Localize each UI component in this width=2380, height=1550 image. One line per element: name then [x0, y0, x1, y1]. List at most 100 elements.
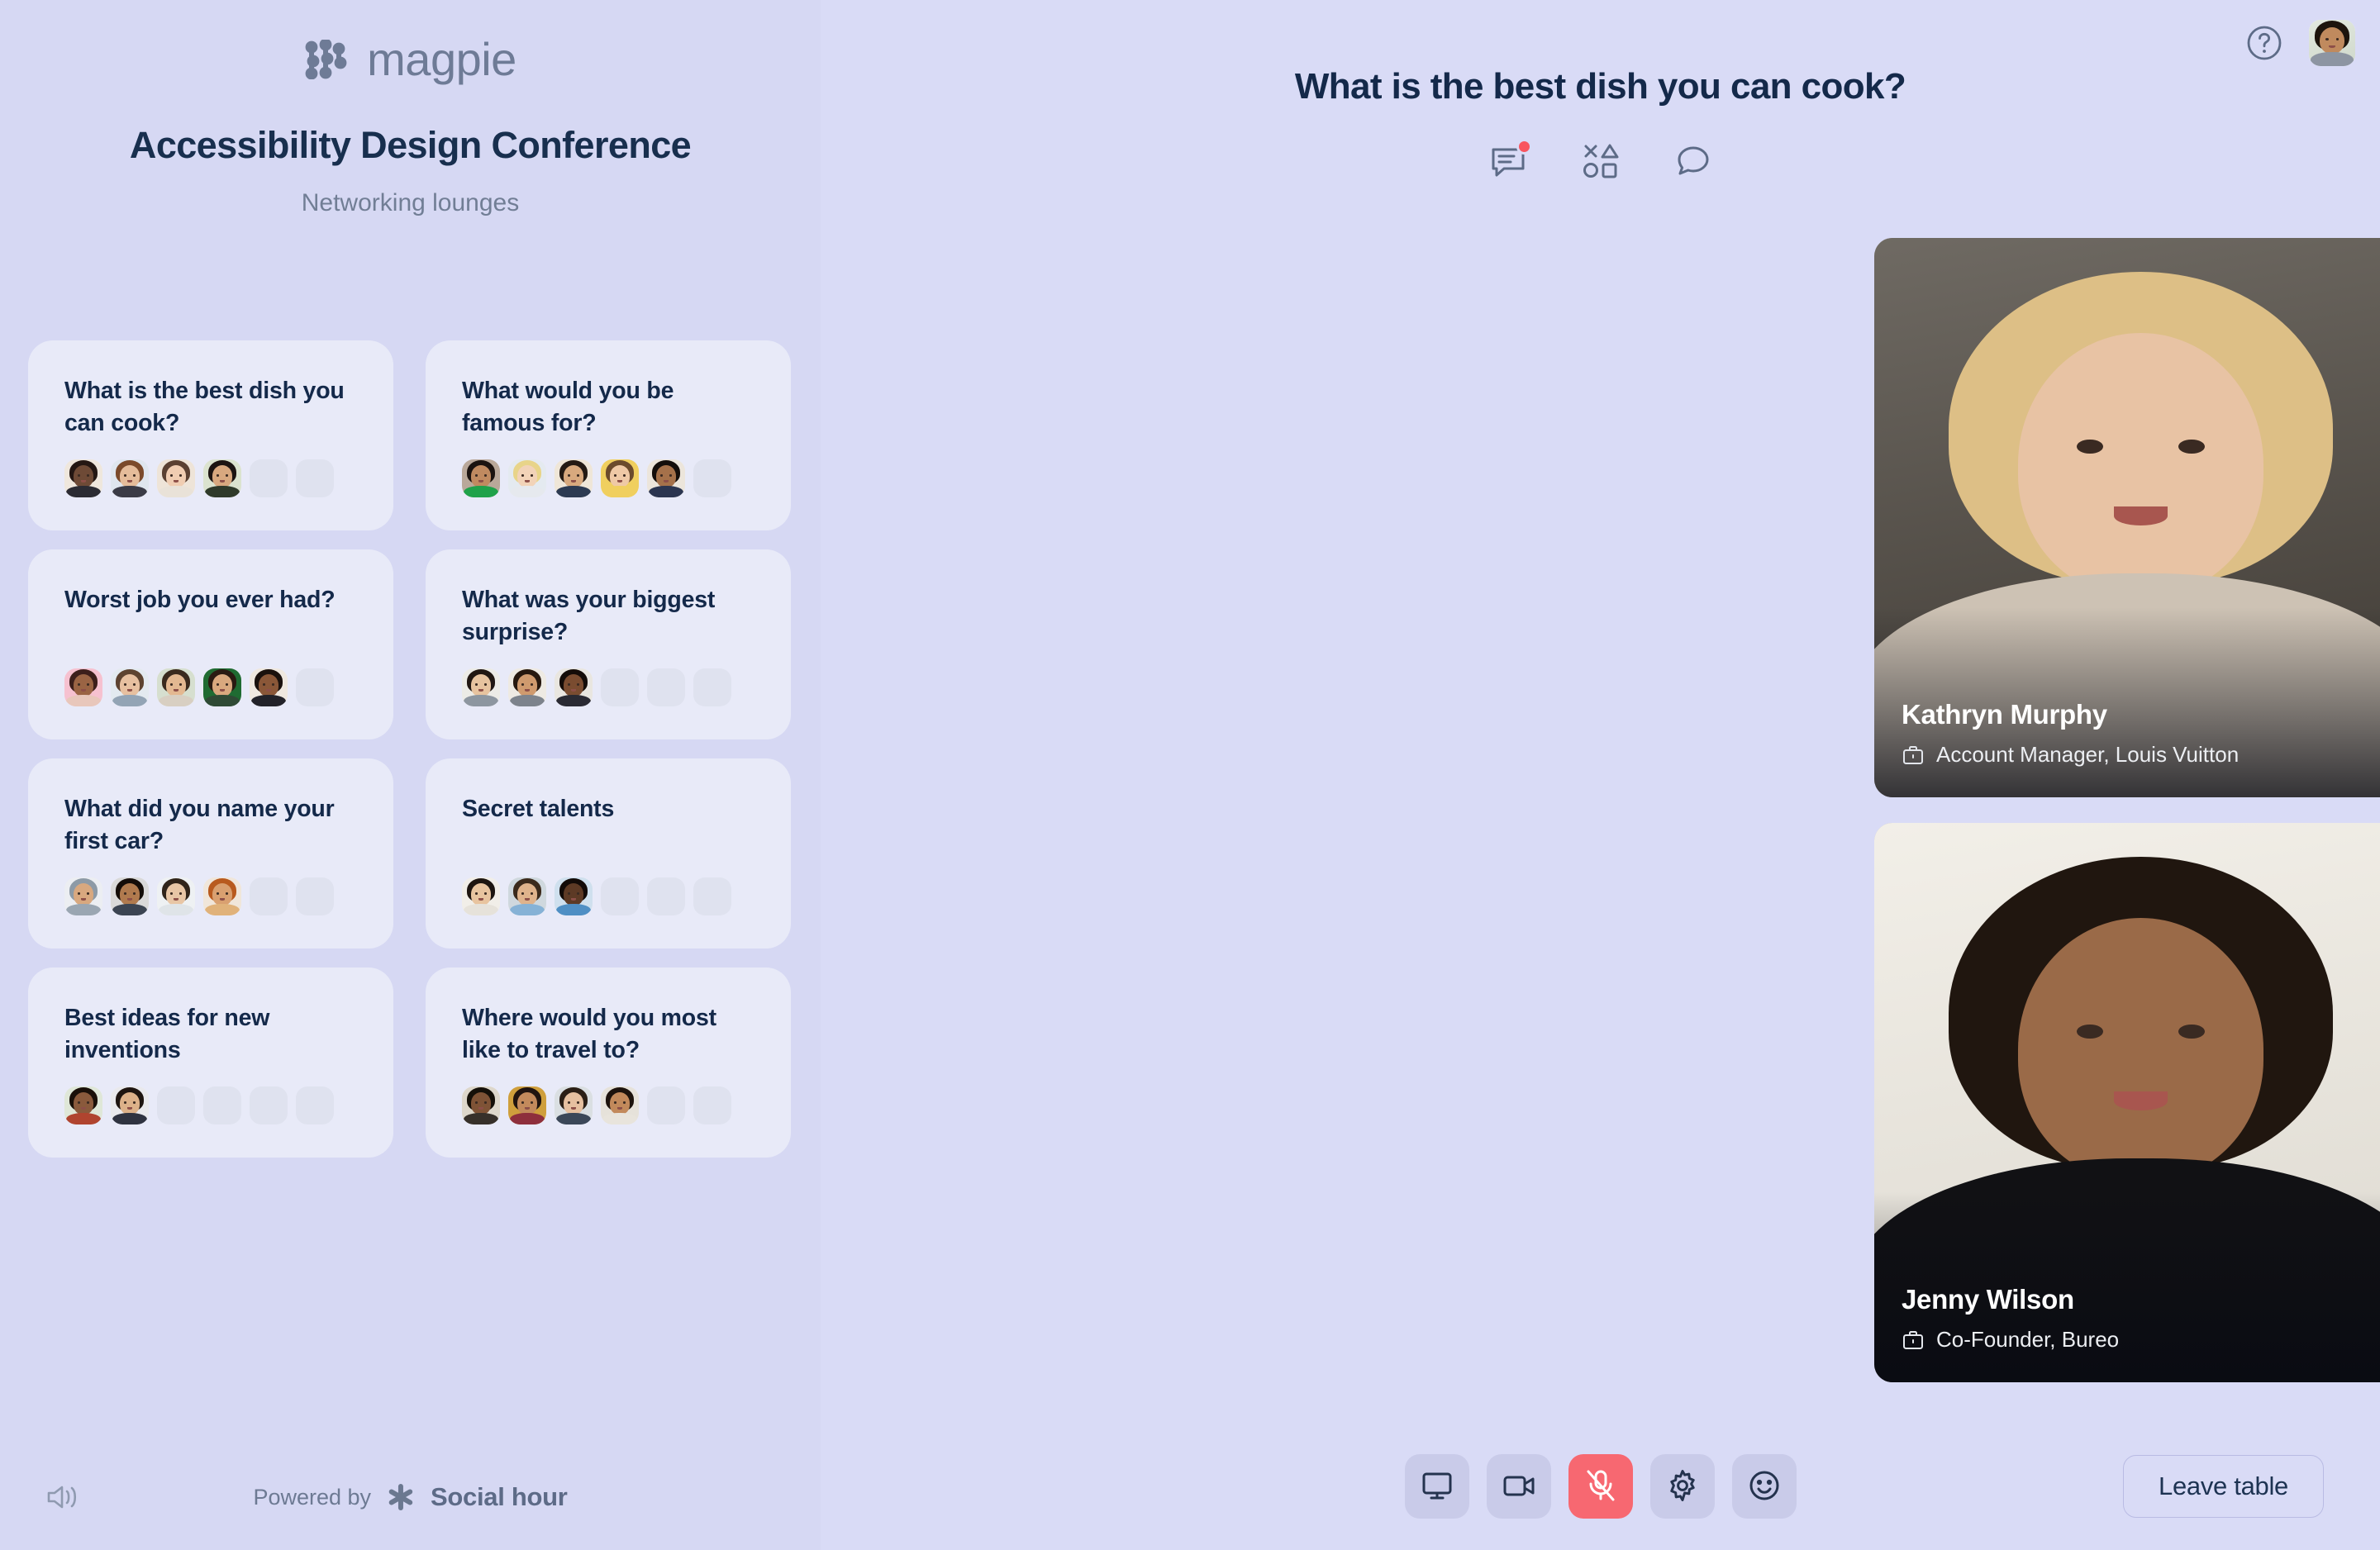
- lounge-participant-avatar: [64, 877, 102, 915]
- lounge-avatars: [64, 877, 334, 915]
- lounge-participant-avatar: [111, 877, 149, 915]
- lounge-participant-avatar: [250, 668, 288, 706]
- lounge-participant-avatar: [111, 459, 149, 497]
- lounge-question: What is the best dish you can cook?: [64, 378, 345, 437]
- lounge-avatars: [64, 668, 334, 706]
- smiley-face-icon: [1747, 1468, 1782, 1505]
- lounge-empty-slot: [203, 1086, 241, 1124]
- lounge-participant-avatar: [462, 668, 500, 706]
- speaker-volume-icon[interactable]: [41, 1476, 84, 1519]
- lounge-avatars: [462, 877, 731, 915]
- microphone-button[interactable]: [1568, 1454, 1633, 1519]
- lounge-empty-slot: [296, 668, 334, 706]
- lounge-avatars: [64, 1086, 334, 1124]
- lounge-empty-slot: [296, 459, 334, 497]
- lounge-card[interactable]: Secret talents: [426, 758, 791, 949]
- video-grid: Kathryn Murphy Account Manager, Louis Vu…: [1874, 238, 2380, 1382]
- briefcase-icon: [1903, 745, 1923, 764]
- lounge-participant-avatar: [508, 877, 546, 915]
- gear-icon: [1665, 1468, 1700, 1505]
- lounge-participant-avatar: [203, 459, 241, 497]
- chat-bubble-icon[interactable]: [1673, 140, 1714, 182]
- camera-button[interactable]: [1486, 1454, 1551, 1519]
- main-panel: What is the best dish you can cook? Kath…: [821, 0, 2380, 1550]
- lounge-card[interactable]: Best ideas for new inventions: [28, 968, 393, 1158]
- room-icon-bar: [821, 139, 2380, 182]
- lounge-participant-avatar: [462, 877, 500, 915]
- screen-share-button[interactable]: [1404, 1454, 1469, 1519]
- participant-meta-text: Account Manager, Louis Vuitton: [1936, 742, 2240, 767]
- leave-table-button[interactable]: Leave table: [2123, 1455, 2324, 1518]
- lounge-participant-avatar: [203, 668, 241, 706]
- settings-button[interactable]: [1649, 1454, 1715, 1519]
- notes-feed-icon[interactable]: [1488, 139, 1532, 182]
- lounge-card[interactable]: What was your biggest surprise?: [426, 549, 791, 739]
- participant-meta-text: Co-Founder, Bureo: [1936, 1327, 2120, 1352]
- lounge-avatars: [462, 668, 731, 706]
- participant-name: Kathryn Murphy: [1902, 699, 2107, 730]
- lounge-participant-avatar: [508, 1086, 546, 1124]
- page-title: What is the best dish you can cook?: [1294, 66, 1906, 107]
- microphone-muted-icon: [1583, 1468, 1618, 1505]
- participant-tile[interactable]: Jenny Wilson Co-Founder, Bureo: [1874, 823, 2380, 1382]
- lounge-participant-avatar: [555, 877, 593, 915]
- lounge-empty-slot: [647, 877, 685, 915]
- lounge-empty-slot: [250, 459, 288, 497]
- lounge-participant-avatar: [111, 668, 149, 706]
- lounge-participant-avatar: [601, 459, 639, 497]
- participant-tile[interactable]: Kathryn Murphy Account Manager, Louis Vu…: [1874, 238, 2380, 797]
- lounge-question: What was your biggest surprise?: [462, 587, 716, 646]
- monitor-icon: [1420, 1468, 1454, 1505]
- lounge-participant-avatar: [555, 1086, 593, 1124]
- lounge-participant-avatar: [157, 877, 195, 915]
- lounge-avatars: [462, 1086, 731, 1124]
- lounge-empty-slot: [601, 877, 639, 915]
- lounge-participant-avatar: [157, 668, 195, 706]
- lounge-empty-slot: [250, 877, 288, 915]
- games-shapes-icon[interactable]: [1580, 140, 1621, 182]
- lounge-empty-slot: [157, 1086, 195, 1124]
- reactions-button[interactable]: [1731, 1454, 1797, 1519]
- lounge-empty-slot: [296, 877, 334, 915]
- lounge-empty-slot: [250, 1086, 288, 1124]
- lounge-question: Where would you most like to travel to?: [462, 1005, 716, 1064]
- brand-name: magpie: [367, 33, 516, 85]
- lounge-participant-avatar: [555, 459, 593, 497]
- lounge-question: Worst job you ever had?: [64, 587, 336, 613]
- lounge-question: Best ideas for new inventions: [64, 1005, 270, 1064]
- powered-by: Powered by Social hour: [253, 1482, 567, 1512]
- lounge-participant-avatar: [157, 459, 195, 497]
- avatar[interactable]: [2309, 20, 2355, 66]
- conference-subtitle: Networking lounges: [301, 189, 520, 216]
- lounge-empty-slot: [601, 668, 639, 706]
- sidebar: magpie Accessibility Design Conference N…: [0, 0, 821, 1550]
- help-circle-icon[interactable]: [2244, 23, 2284, 63]
- lounge-card[interactable]: Where would you most like to travel to?: [426, 968, 791, 1158]
- lounge-card[interactable]: Worst job you ever had?: [28, 549, 393, 739]
- lounge-participant-avatar: [111, 1086, 149, 1124]
- lounge-card[interactable]: What would you be famous for?: [426, 340, 791, 530]
- magpie-dots-logo-icon: [305, 40, 347, 79]
- lounge-empty-slot: [693, 877, 731, 915]
- lounge-participant-avatar: [64, 668, 102, 706]
- participant-meta: Account Manager, Louis Vuitton: [1902, 742, 2380, 768]
- brand-logo[interactable]: magpie: [0, 36, 821, 83]
- lounge-empty-slot: [647, 668, 685, 706]
- participant-info: Jenny Wilson Co-Founder, Bureo: [1902, 1284, 2380, 1353]
- lounge-participant-avatar: [555, 668, 593, 706]
- lounge-card[interactable]: What did you name your first car?: [28, 758, 393, 949]
- briefcase-icon: [1903, 1330, 1923, 1349]
- participant-info: Kathryn Murphy Account Manager, Louis Vu…: [1902, 699, 2380, 768]
- lounge-card[interactable]: What is the best dish you can cook?: [28, 340, 393, 530]
- lounge-participant-avatar: [508, 668, 546, 706]
- asterisk-star-icon: [388, 1484, 413, 1510]
- video-camera-icon: [1502, 1468, 1536, 1505]
- powered-by-label: Powered by: [253, 1484, 372, 1510]
- lounge-participant-avatar: [462, 1086, 500, 1124]
- lounge-question: What would you be famous for?: [462, 378, 674, 437]
- lounge-empty-slot: [693, 1086, 731, 1124]
- lounge-empty-slot: [693, 668, 731, 706]
- lounge-participant-avatar: [508, 459, 546, 497]
- user-avatar: [2309, 20, 2355, 66]
- lounge-empty-slot: [296, 1086, 334, 1124]
